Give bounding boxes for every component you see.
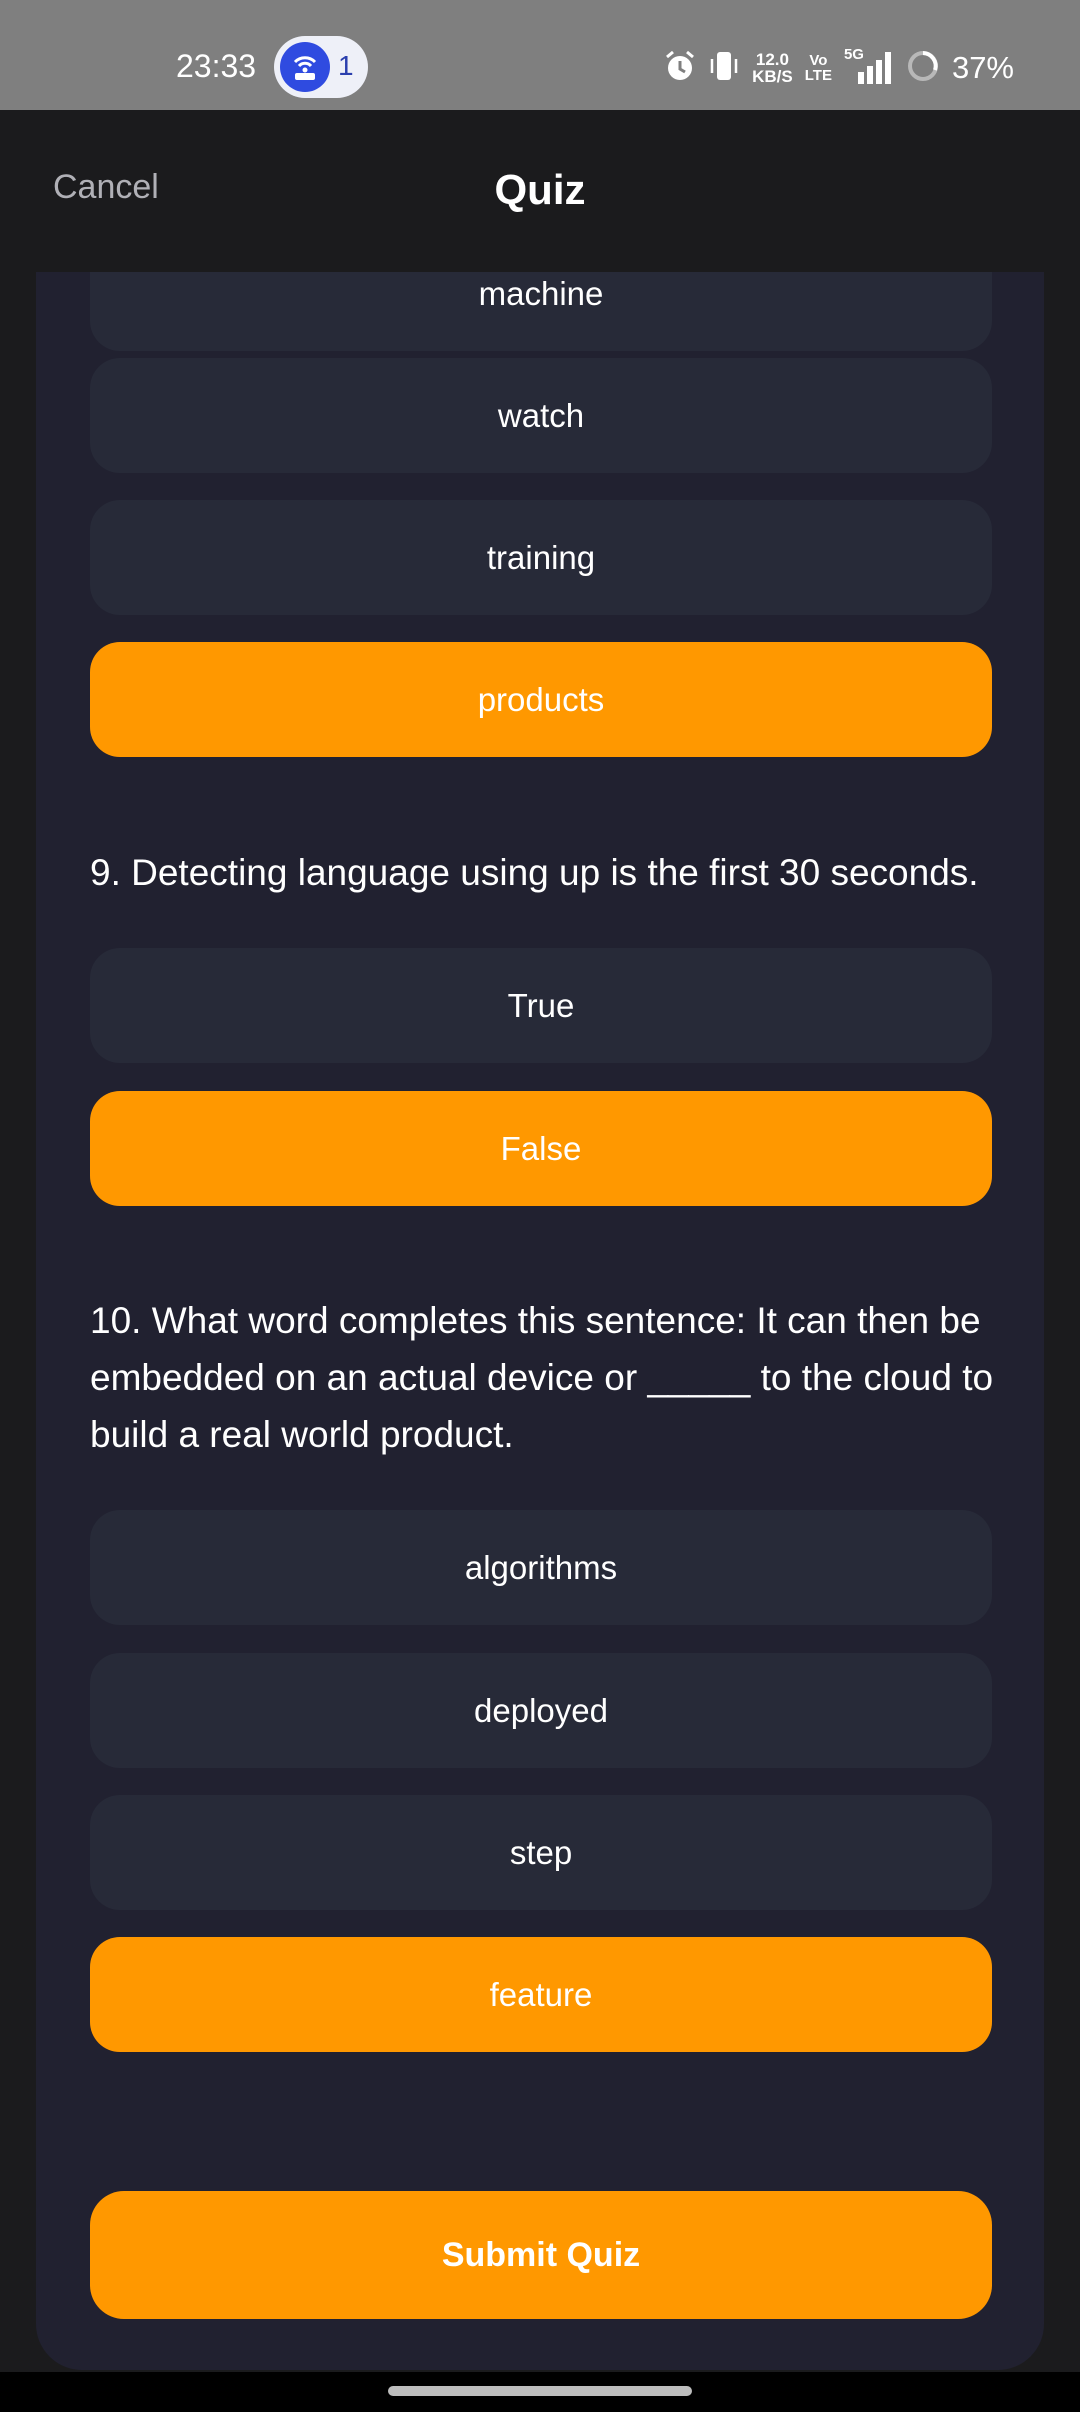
net-speed-value: 12.0 xyxy=(755,50,789,69)
q8-option-products-selected[interactable]: products xyxy=(90,642,992,757)
q10-option-deployed[interactable]: deployed xyxy=(90,1653,992,1768)
net-speed-unit: KB/S xyxy=(752,67,793,86)
hotspot-icon xyxy=(280,42,330,92)
q10-option-feature-selected[interactable]: feature xyxy=(90,1937,992,2052)
signal-icon: 5G xyxy=(843,46,894,88)
q10-option-algorithms[interactable]: algorithms xyxy=(90,1510,992,1625)
battery-icon xyxy=(906,49,940,88)
option-label: watch xyxy=(497,396,585,434)
q9-option-false-selected[interactable]: False xyxy=(90,1091,992,1206)
alarm-icon xyxy=(664,49,696,88)
battery-percent: 37% xyxy=(951,50,1014,85)
status-icons: 12.0 KB/S Vo LTE 5G 37% xyxy=(664,46,1014,90)
q9-option-true[interactable]: True xyxy=(90,948,992,1063)
option-label: products xyxy=(477,680,605,718)
option-label: False xyxy=(500,1129,582,1167)
option-label: True xyxy=(507,986,575,1024)
quiz-card: machine watch training products 9. Detec… xyxy=(36,272,1044,2370)
option-label: training xyxy=(486,538,596,576)
volte-indicator: Vo LTE xyxy=(805,53,832,83)
q8-option-watch[interactable]: watch xyxy=(90,358,992,473)
option-label: feature xyxy=(489,1975,593,2013)
hotspot-indicator[interactable]: 1 xyxy=(274,36,368,98)
hotspot-count: 1 xyxy=(338,50,354,81)
option-label: machine xyxy=(478,274,604,312)
volte-top: Vo xyxy=(809,52,828,69)
app-header: Cancel Quiz xyxy=(0,110,1080,272)
net-speed: 12.0 KB/S xyxy=(752,51,793,85)
status-time: 23:33 xyxy=(176,48,257,84)
q10-option-step[interactable]: step xyxy=(90,1795,992,1910)
home-gesture-handle[interactable] xyxy=(388,2386,692,2396)
status-bar: 23:33 1 12.0 KB/S Vo LTE 5G 37% xyxy=(0,0,1080,110)
page-title: Quiz xyxy=(494,166,586,213)
q8-option-training[interactable]: training xyxy=(90,500,992,615)
question-10-text: 10. What word completes this sentence: I… xyxy=(90,1300,994,1455)
option-label: deployed xyxy=(474,1691,608,1729)
submit-quiz-button[interactable]: Submit Quiz xyxy=(90,2191,992,2319)
option-label: algorithms xyxy=(464,1548,618,1586)
q8-option-machine[interactable]: machine xyxy=(90,272,992,351)
vibrate-icon xyxy=(708,49,740,88)
network-type: 5G xyxy=(843,46,864,63)
question-9-text: 9. Detecting language using up is the fi… xyxy=(90,852,979,893)
option-label: step xyxy=(509,1833,573,1871)
volte-bottom: LTE xyxy=(804,67,832,84)
